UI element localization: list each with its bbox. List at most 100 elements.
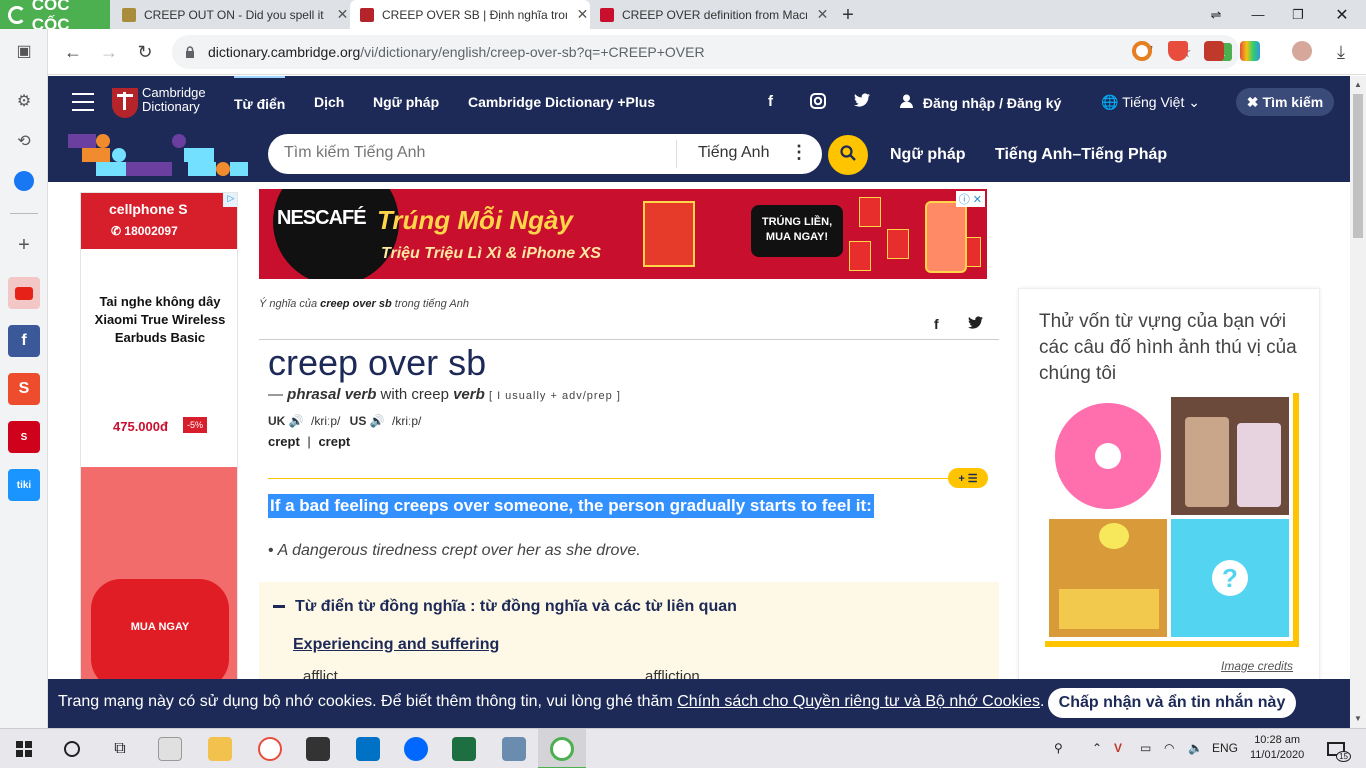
excel-icon[interactable] — [452, 737, 476, 761]
add-to-wordlist-button[interactable]: + ☰ — [948, 468, 988, 488]
zalo-icon[interactable] — [404, 737, 428, 761]
uk-audio-speaker-icon[interactable]: 🔊 — [289, 414, 304, 428]
minimize-button[interactable]: — — [1238, 0, 1278, 29]
collapse-minus-icon[interactable] — [273, 605, 285, 609]
coccoc-extension-icon[interactable] — [1132, 41, 1152, 61]
search-toggle-button[interactable]: ✖ Tìm kiếm — [1236, 88, 1334, 116]
quiz-prompt[interactable]: Thử vốn từ vựng của bạn với các câu đố h… — [1039, 309, 1299, 387]
coccoc-logo[interactable]: CỐC CỐC — [0, 0, 110, 34]
facebook-icon[interactable]: f — [8, 325, 40, 357]
tiki-icon[interactable]: tiki — [8, 469, 40, 501]
language-selector[interactable]: 🌐 Tiếng Việt ⌄ — [1101, 94, 1200, 111]
search-input[interactable] — [284, 144, 664, 162]
back-arrow-icon[interactable]: ← — [58, 37, 88, 67]
english-french-link[interactable]: Tiếng Anh–Tiếng Pháp — [995, 146, 1167, 164]
dictionary-selector[interactable]: Tiếng Anh — [698, 144, 769, 162]
snipping-tool-icon[interactable] — [258, 737, 282, 761]
restore-button[interactable]: ❐ — [1278, 0, 1318, 29]
more-options-icon[interactable]: ⋮ — [790, 142, 808, 163]
search-button[interactable] — [828, 135, 868, 175]
downloads-icon[interactable]: ⤓ — [1326, 37, 1356, 67]
donut-image[interactable] — [1049, 397, 1167, 515]
volume-speaker-icon[interactable]: 🔈 — [1188, 741, 1203, 755]
close-window-button[interactable]: ✕ — [1322, 0, 1362, 29]
profile-avatar[interactable] — [1292, 41, 1312, 61]
people-icon[interactable]: ⚲ — [1054, 741, 1063, 755]
tab-close-icon[interactable]: ✕ — [815, 6, 830, 23]
image-credits-link[interactable]: Image credits — [1221, 659, 1293, 673]
task-view-icon[interactable]: ⧉ — [106, 735, 134, 763]
paint-app-icon[interactable] — [158, 737, 182, 761]
settings-gear-icon[interactable]: ⚙ — [8, 85, 40, 117]
tab-close-icon[interactable]: ✕ — [335, 6, 350, 23]
reload-icon[interactable]: ↻ — [130, 37, 160, 67]
ad-close-icon[interactable]: ⓘ ✕ — [955, 191, 985, 207]
config-app-icon[interactable] — [502, 737, 526, 761]
tab-close-icon[interactable]: ✕ — [575, 6, 590, 23]
login-link[interactable]: Đăng nhập / Đăng ký — [900, 94, 1061, 111]
browser-tab-3[interactable]: CREEP OVER definition from Macm ✕ — [590, 0, 830, 29]
sticky-notes-icon[interactable] — [306, 737, 330, 761]
red-extension-icon[interactable] — [1204, 41, 1224, 61]
scroll-down-icon[interactable]: ▼ — [1353, 714, 1363, 723]
share-facebook-icon[interactable]: f — [934, 316, 939, 332]
adblock-extension-icon[interactable] — [1168, 41, 1188, 61]
nescafe-banner-ad[interactable]: NESCAFÉ Trúng Mỗi Ngày Triệu Triệu Lì Xì… — [259, 189, 987, 279]
system-clock[interactable]: 10:28 am 11/01/2020 — [1250, 733, 1304, 763]
outlook-icon[interactable] — [356, 737, 380, 761]
grammar-link[interactable]: Ngữ pháp — [890, 146, 966, 164]
new-tab-button[interactable]: + — [838, 4, 858, 27]
adchoices-icon[interactable]: ▷ — [223, 193, 237, 207]
windows-start-icon[interactable] — [10, 735, 38, 763]
fish-and-chips-image[interactable] — [1049, 519, 1167, 637]
nav-translate[interactable]: Dịch — [314, 94, 344, 110]
notification-center-icon[interactable]: 15 — [1322, 735, 1351, 763]
quiz-image-grid[interactable]: ? — [1045, 393, 1299, 647]
youtube-icon[interactable] — [8, 277, 40, 309]
antivirus-icon[interactable]: V — [1114, 741, 1122, 755]
wifi-icon[interactable]: ◠ — [1164, 741, 1174, 755]
history-icon[interactable]: ⟲ — [8, 125, 40, 157]
scrollbar-thumb[interactable] — [1353, 94, 1363, 238]
accept-cookies-button[interactable]: Chấp nhận và ẩn tin nhắn này — [1048, 688, 1296, 718]
instagram-icon[interactable] — [810, 93, 826, 113]
shopee-icon[interactable]: S — [8, 373, 40, 405]
sidebar-toggle-icon[interactable]: ▣ — [8, 35, 40, 67]
twitter-icon[interactable] — [854, 93, 870, 111]
nav-plus[interactable]: Cambridge Dictionary +Plus — [468, 94, 655, 110]
file-explorer-icon[interactable] — [208, 737, 232, 761]
messenger-icon[interactable] — [8, 165, 40, 197]
milkshake-image[interactable] — [1171, 397, 1289, 515]
scroll-up-icon[interactable]: ▲ — [1353, 80, 1363, 89]
cambridge-logo[interactable]: Cambridge Dictionary — [142, 86, 206, 114]
sendo-icon[interactable]: S — [8, 421, 40, 453]
add-app-icon[interactable]: + — [8, 229, 40, 261]
search-circle-icon[interactable] — [58, 735, 86, 763]
show-hidden-icons-chevron-icon[interactable]: ⌃ — [1092, 741, 1102, 755]
forward-arrow-icon[interactable]: → — [94, 37, 124, 67]
address-bar[interactable]: dictionary.cambridge.org/vi/dictionary/e… — [172, 35, 1240, 69]
facebook-icon[interactable]: f — [768, 93, 773, 110]
tab-search-icon[interactable]: ⇌ — [1196, 0, 1236, 29]
browser-tab-2[interactable]: CREEP OVER SB | Định nghĩa trong ✕ — [350, 0, 590, 29]
banner-cta[interactable]: TRÚNG LIỀN, MUA NGAY! — [751, 205, 843, 257]
mystery-image[interactable]: ? — [1171, 519, 1289, 637]
thesaurus-title[interactable]: Từ điển từ đồng nghĩa : từ đồng nghĩa và… — [273, 598, 737, 616]
color-extension-icon[interactable] — [1240, 41, 1260, 61]
coccoc-taskbar-icon[interactable] — [550, 737, 574, 761]
left-advertisement[interactable]: cellphone S ✆ 18002097 ▷ Tai nghe không … — [80, 192, 238, 728]
nav-grammar[interactable]: Ngữ pháp — [373, 94, 439, 110]
input-language[interactable]: ENG — [1212, 741, 1238, 755]
us-audio-speaker-icon[interactable]: 🔊 — [370, 414, 385, 428]
ad-buy-label[interactable]: MUA NGAY — [81, 621, 237, 633]
nav-dictionary[interactable]: Từ điển — [234, 76, 286, 112]
cambridge-shield-icon[interactable] — [112, 88, 138, 118]
share-twitter-icon[interactable] — [968, 316, 983, 332]
battery-icon[interactable]: ▭ — [1140, 741, 1151, 755]
url-text[interactable]: dictionary.cambridge.org/vi/dictionary/e… — [208, 44, 705, 60]
cookie-policy-link[interactable]: Chính sách cho Quyền riêng tư và Bộ nhớ … — [677, 693, 1040, 710]
thesaurus-category-link[interactable]: Experiencing and suffering — [293, 636, 499, 654]
page-scrollbar[interactable]: ▲ ▼ — [1350, 76, 1366, 728]
hamburger-menu-icon[interactable] — [72, 93, 94, 111]
browser-tab-1[interactable]: CREEP OUT ON - Did you spell it c ✕ — [112, 0, 350, 29]
